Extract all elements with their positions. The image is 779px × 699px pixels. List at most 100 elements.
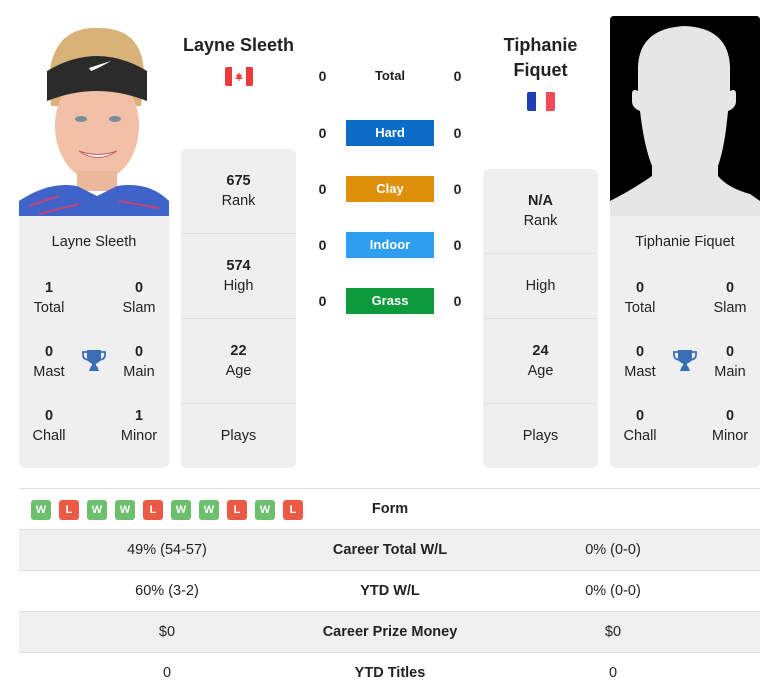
player2-slam-titles: 0 Slam xyxy=(700,278,760,318)
title-label: Chall xyxy=(32,428,66,444)
player2-masters-titles: 0 Mast xyxy=(610,342,670,382)
player2-titles-card: Tiphanie Fiquet 0 Total 0 Slam 0 Mast 0 … xyxy=(610,216,760,468)
player2-challenger-titles: 0 Chall xyxy=(610,406,670,446)
age-value: 22 xyxy=(230,343,247,359)
comparison-table: W L W W L W W L W L Form 49% (54-57) Car… xyxy=(19,488,760,694)
title-label: Chall xyxy=(623,428,657,444)
player2-name-line2: Fiquet xyxy=(513,60,568,80)
h2h-p1-value: 0 xyxy=(318,293,327,309)
title-label: Main xyxy=(123,364,155,380)
player1-total-titles: 1 Total xyxy=(19,278,79,318)
p1-value: 49% (54-57) xyxy=(127,542,207,558)
h2h-grass-row: 0 Grass 0 xyxy=(310,288,470,314)
silhouette-placeholder-icon xyxy=(610,16,760,216)
form-badge: W xyxy=(115,500,135,520)
ytd-wl-row: 60% (3-2) YTD W/L 0% (0-0) xyxy=(19,571,760,612)
p1-value: 60% (3-2) xyxy=(135,583,199,599)
high-label: High xyxy=(223,278,254,294)
rank-value: N/A xyxy=(528,193,553,209)
h2h-p1-value: 0 xyxy=(318,125,327,141)
title-count: 0 xyxy=(635,280,645,296)
player1-photo xyxy=(19,16,169,216)
player2-name-heading[interactable]: Tiphanie Fiquet xyxy=(478,33,603,83)
form-label: Form xyxy=(371,501,409,517)
player1-challenger-titles: 0 Chall xyxy=(19,406,79,446)
france-flag-icon xyxy=(527,92,555,111)
title-count: 0 xyxy=(44,344,54,360)
title-label: Slam xyxy=(122,300,156,316)
player2-info-card: N/A Rank High 24 Age Plays xyxy=(483,169,598,468)
player1-plays: Plays xyxy=(181,404,296,468)
title-count: 1 xyxy=(44,280,54,296)
high-label: High xyxy=(525,278,556,294)
title-count: 0 xyxy=(134,344,144,360)
player1-form-badges: W L W W L W W L W L xyxy=(31,500,303,520)
player1-rank: 675 Rank xyxy=(181,149,296,234)
h2h-p2-value: 0 xyxy=(453,125,462,141)
p2-value: 0% (0-0) xyxy=(585,583,641,599)
h2h-clay-row: 0 Clay 0 xyxy=(310,176,470,202)
title-count: 0 xyxy=(635,344,645,360)
canada-flag-icon xyxy=(225,67,253,86)
player1-portrait-image xyxy=(19,16,169,216)
title-count: 0 xyxy=(725,280,735,296)
indoor-surface-badge[interactable]: Indoor xyxy=(346,232,434,258)
title-count: 0 xyxy=(134,280,144,296)
player2-total-titles: 0 Total xyxy=(610,278,670,318)
trophy-icon xyxy=(82,350,106,371)
form-badge: L xyxy=(227,500,247,520)
clay-surface-badge[interactable]: Clay xyxy=(346,176,434,202)
row-label: YTD W/L xyxy=(360,583,420,599)
player1-info-card: 675 Rank 574 High 22 Age Plays xyxy=(181,149,296,468)
p1-value: $0 xyxy=(158,624,176,640)
player1-age: 22 Age xyxy=(181,319,296,404)
p2-value: $0 xyxy=(604,624,622,640)
plays-label: Plays xyxy=(220,428,257,444)
player1-name-heading[interactable]: Layne Sleeth xyxy=(176,33,301,58)
career-wl-row: 49% (54-57) Career Total W/L 0% (0-0) xyxy=(19,530,760,571)
p2-value: 0 xyxy=(608,665,618,681)
player1-masters-titles: 0 Mast xyxy=(19,342,79,382)
h2h-p1-value: 0 xyxy=(318,237,327,253)
p2-value: 0% (0-0) xyxy=(585,542,641,558)
player2-card-name: Tiphanie Fiquet xyxy=(635,234,735,250)
player2-high: High xyxy=(483,254,598,319)
hard-surface-badge[interactable]: Hard xyxy=(346,120,434,146)
form-badge: L xyxy=(143,500,163,520)
title-count: 0 xyxy=(44,408,54,424)
title-label: Total xyxy=(33,300,65,316)
h2h-p1-value: 0 xyxy=(318,181,327,197)
player2-name-line1: Tiphanie xyxy=(503,35,578,55)
h2h-hard-row: 0 Hard 0 xyxy=(310,120,470,146)
age-value: 24 xyxy=(532,343,549,359)
rank-label: Rank xyxy=(523,213,558,229)
player2-age: 24 Age xyxy=(483,319,598,404)
title-label: Slam xyxy=(713,300,747,316)
title-label: Mast xyxy=(33,364,65,380)
player2-photo xyxy=(610,16,760,216)
plays-label: Plays xyxy=(522,428,559,444)
h2h-p2-value: 0 xyxy=(453,68,462,84)
form-badge: L xyxy=(283,500,303,520)
form-badge: W xyxy=(31,500,51,520)
title-count: 0 xyxy=(725,408,735,424)
player1-main-titles: 0 Main xyxy=(109,342,169,382)
h2h-total-row: 0 Total 0 xyxy=(310,63,470,89)
age-label: Age xyxy=(527,363,554,379)
h2h-indoor-row: 0 Indoor 0 xyxy=(310,232,470,258)
title-count: 1 xyxy=(134,408,144,424)
h2h-p2-value: 0 xyxy=(453,181,462,197)
player2-minor-titles: 0 Minor xyxy=(700,406,760,446)
title-label: Total xyxy=(624,300,656,316)
player2-main-titles: 0 Main xyxy=(700,342,760,382)
player2-plays: Plays xyxy=(483,404,598,468)
h2h-p1-value: 0 xyxy=(318,68,327,84)
title-label: Mast xyxy=(624,364,656,380)
grass-surface-badge[interactable]: Grass xyxy=(346,288,434,314)
form-row: W L W W L W W L W L Form xyxy=(19,489,760,530)
player1-slam-titles: 0 Slam xyxy=(109,278,169,318)
age-label: Age xyxy=(225,363,252,379)
form-badge: W xyxy=(87,500,107,520)
rank-value: 675 xyxy=(226,173,251,189)
h2h-surface-label: Total xyxy=(374,68,406,83)
